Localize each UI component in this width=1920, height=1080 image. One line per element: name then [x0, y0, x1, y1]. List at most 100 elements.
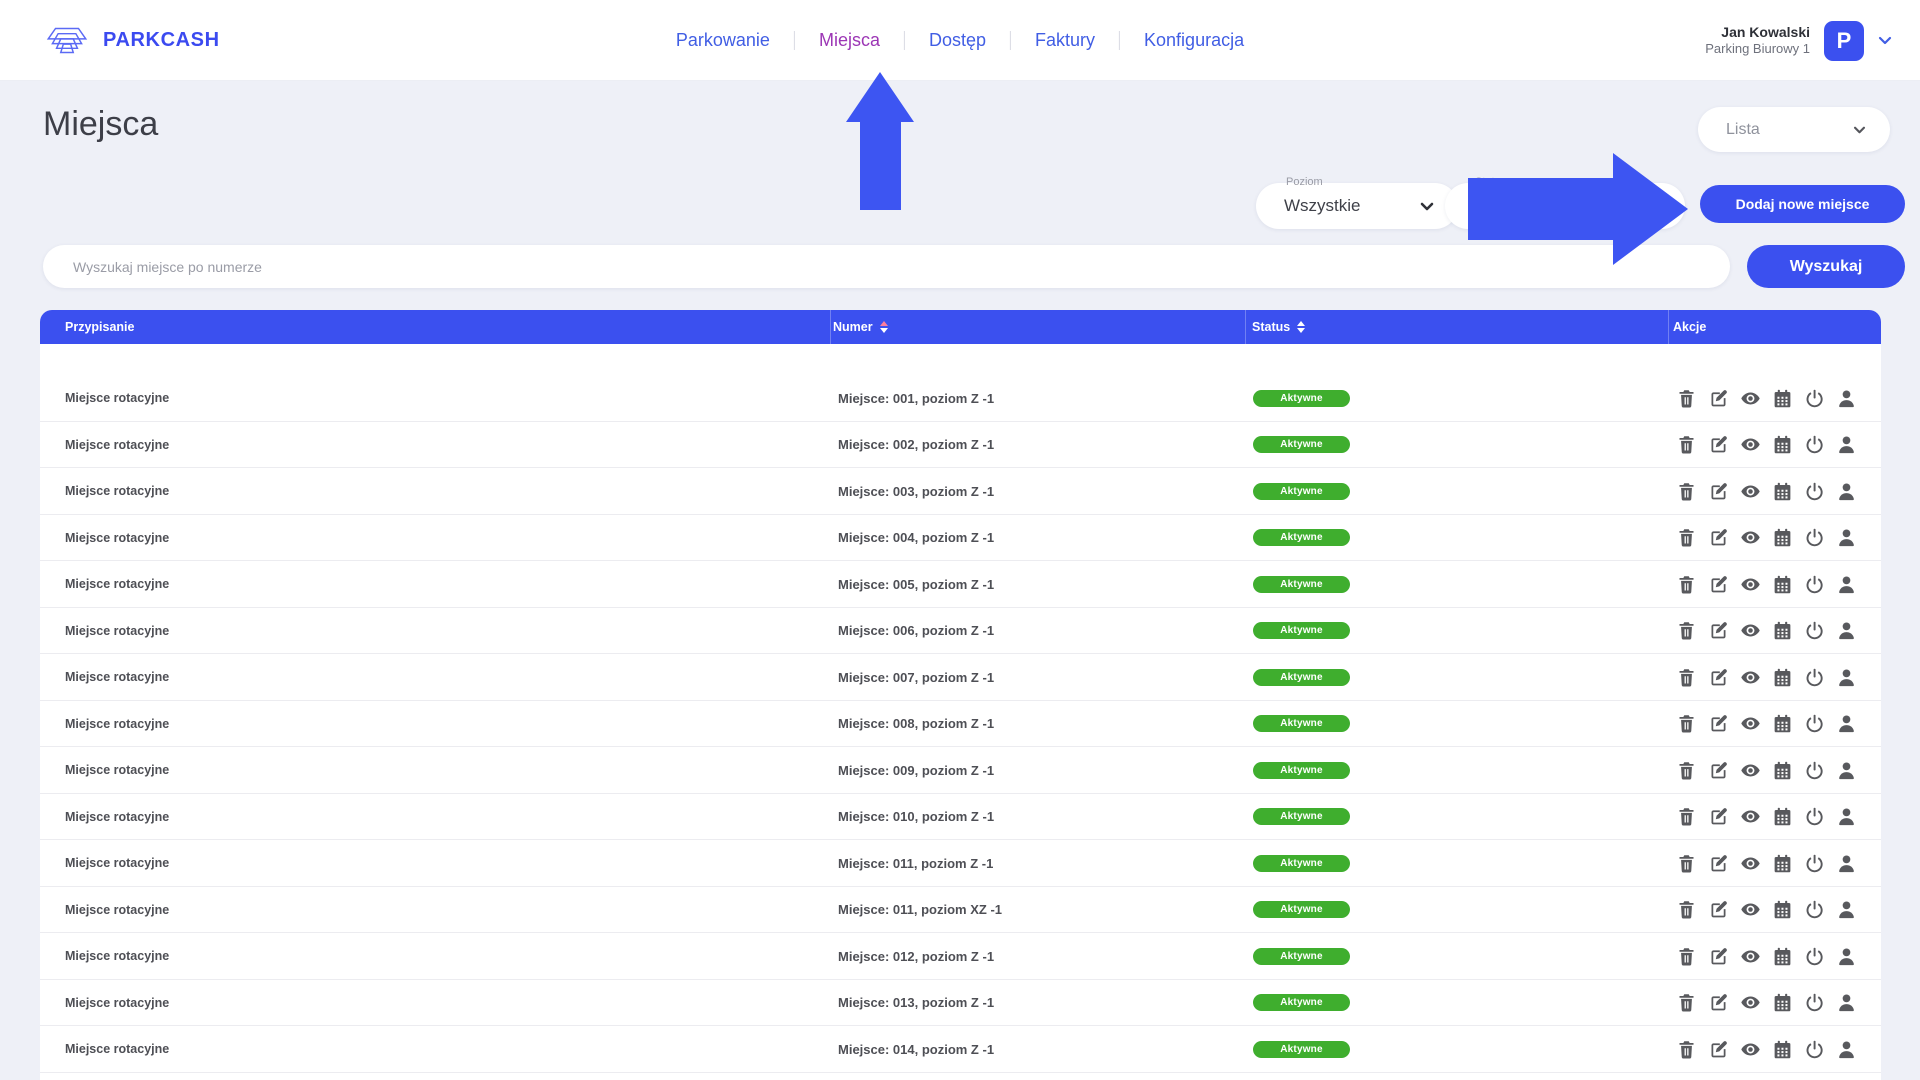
calendar-icon[interactable] — [1772, 481, 1793, 502]
power-icon[interactable] — [1804, 667, 1825, 688]
edit-icon[interactable] — [1708, 1039, 1729, 1060]
edit-icon[interactable] — [1708, 434, 1729, 455]
assign-user-icon[interactable] — [1836, 713, 1857, 734]
power-icon[interactable] — [1804, 1039, 1825, 1060]
calendar-icon[interactable] — [1772, 713, 1793, 734]
assign-user-icon[interactable] — [1836, 388, 1857, 409]
assign-user-icon[interactable] — [1836, 946, 1857, 967]
edit-icon[interactable] — [1708, 527, 1729, 548]
add-new-place-button[interactable]: Dodaj nowe miejsce — [1700, 185, 1905, 223]
calendar-icon[interactable] — [1772, 899, 1793, 920]
edit-icon[interactable] — [1708, 899, 1729, 920]
power-icon[interactable] — [1804, 713, 1825, 734]
calendar-icon[interactable] — [1772, 574, 1793, 595]
assign-user-icon[interactable] — [1836, 760, 1857, 781]
edit-icon[interactable] — [1708, 992, 1729, 1013]
edit-icon[interactable] — [1708, 760, 1729, 781]
power-icon[interactable] — [1804, 574, 1825, 595]
avatar[interactable]: P — [1824, 21, 1864, 61]
calendar-icon[interactable] — [1772, 946, 1793, 967]
poziom-filter-select[interactable]: Poziom Wszystkie — [1256, 183, 1458, 229]
delete-icon[interactable] — [1676, 760, 1697, 781]
delete-icon[interactable] — [1676, 481, 1697, 502]
sort-desc-icon[interactable] — [880, 328, 888, 333]
search-button[interactable]: Wyszukaj — [1747, 245, 1905, 288]
column-header-status[interactable]: Status — [1252, 310, 1305, 344]
view-icon[interactable] — [1740, 620, 1761, 641]
nav-item-dostęp[interactable]: Dostęp — [905, 30, 1010, 51]
assign-user-icon[interactable] — [1836, 806, 1857, 827]
delete-icon[interactable] — [1676, 853, 1697, 874]
calendar-icon[interactable] — [1772, 760, 1793, 781]
calendar-icon[interactable] — [1772, 853, 1793, 874]
assign-user-icon[interactable] — [1836, 527, 1857, 548]
assign-user-icon[interactable] — [1836, 992, 1857, 1013]
edit-icon[interactable] — [1708, 388, 1729, 409]
power-icon[interactable] — [1804, 853, 1825, 874]
calendar-icon[interactable] — [1772, 667, 1793, 688]
edit-icon[interactable] — [1708, 853, 1729, 874]
search-input[interactable] — [43, 245, 1730, 288]
assign-user-icon[interactable] — [1836, 853, 1857, 874]
calendar-icon[interactable] — [1772, 434, 1793, 455]
edit-icon[interactable] — [1708, 481, 1729, 502]
calendar-icon[interactable] — [1772, 1039, 1793, 1060]
calendar-icon[interactable] — [1772, 806, 1793, 827]
view-icon[interactable] — [1740, 388, 1761, 409]
view-mode-select[interactable]: Lista — [1698, 107, 1890, 152]
delete-icon[interactable] — [1676, 992, 1697, 1013]
assign-user-icon[interactable] — [1836, 620, 1857, 641]
assign-user-icon[interactable] — [1836, 667, 1857, 688]
edit-icon[interactable] — [1708, 713, 1729, 734]
view-icon[interactable] — [1740, 434, 1761, 455]
assign-user-icon[interactable] — [1836, 899, 1857, 920]
chevron-down-icon[interactable] — [1878, 36, 1892, 45]
view-icon[interactable] — [1740, 1039, 1761, 1060]
sort-numer-control[interactable] — [880, 321, 888, 333]
assign-user-icon[interactable] — [1836, 574, 1857, 595]
delete-icon[interactable] — [1676, 899, 1697, 920]
view-icon[interactable] — [1740, 667, 1761, 688]
view-icon[interactable] — [1740, 574, 1761, 595]
nav-item-miejsca[interactable]: Miejsca — [795, 30, 904, 51]
delete-icon[interactable] — [1676, 806, 1697, 827]
delete-icon[interactable] — [1676, 1039, 1697, 1060]
user-menu[interactable]: Jan Kowalski Parking Biurowy 1 P — [1705, 0, 1892, 81]
sort-desc-icon[interactable] — [1297, 328, 1305, 333]
nav-item-parkowanie[interactable]: Parkowanie — [652, 30, 794, 51]
view-icon[interactable] — [1740, 946, 1761, 967]
sort-asc-icon[interactable] — [1297, 321, 1305, 326]
edit-icon[interactable] — [1708, 620, 1729, 641]
assign-user-icon[interactable] — [1836, 1039, 1857, 1060]
column-header-numer[interactable]: Numer — [833, 310, 888, 344]
power-icon[interactable] — [1804, 760, 1825, 781]
nav-item-faktury[interactable]: Faktury — [1011, 30, 1119, 51]
sort-status-control[interactable] — [1297, 321, 1305, 333]
power-icon[interactable] — [1804, 620, 1825, 641]
calendar-icon[interactable] — [1772, 527, 1793, 548]
view-icon[interactable] — [1740, 992, 1761, 1013]
delete-icon[interactable] — [1676, 574, 1697, 595]
view-icon[interactable] — [1740, 899, 1761, 920]
delete-icon[interactable] — [1676, 946, 1697, 967]
brand-logo[interactable]: PARKCASH — [43, 0, 220, 81]
power-icon[interactable] — [1804, 527, 1825, 548]
delete-icon[interactable] — [1676, 388, 1697, 409]
edit-icon[interactable] — [1708, 946, 1729, 967]
view-icon[interactable] — [1740, 713, 1761, 734]
view-icon[interactable] — [1740, 806, 1761, 827]
power-icon[interactable] — [1804, 481, 1825, 502]
delete-icon[interactable] — [1676, 527, 1697, 548]
power-icon[interactable] — [1804, 899, 1825, 920]
view-icon[interactable] — [1740, 527, 1761, 548]
view-icon[interactable] — [1740, 853, 1761, 874]
power-icon[interactable] — [1804, 806, 1825, 827]
nav-item-konfiguracja[interactable]: Konfiguracja — [1120, 30, 1268, 51]
power-icon[interactable] — [1804, 388, 1825, 409]
calendar-icon[interactable] — [1772, 620, 1793, 641]
power-icon[interactable] — [1804, 946, 1825, 967]
power-icon[interactable] — [1804, 434, 1825, 455]
sort-asc-icon[interactable] — [880, 321, 888, 326]
calendar-icon[interactable] — [1772, 992, 1793, 1013]
edit-icon[interactable] — [1708, 806, 1729, 827]
